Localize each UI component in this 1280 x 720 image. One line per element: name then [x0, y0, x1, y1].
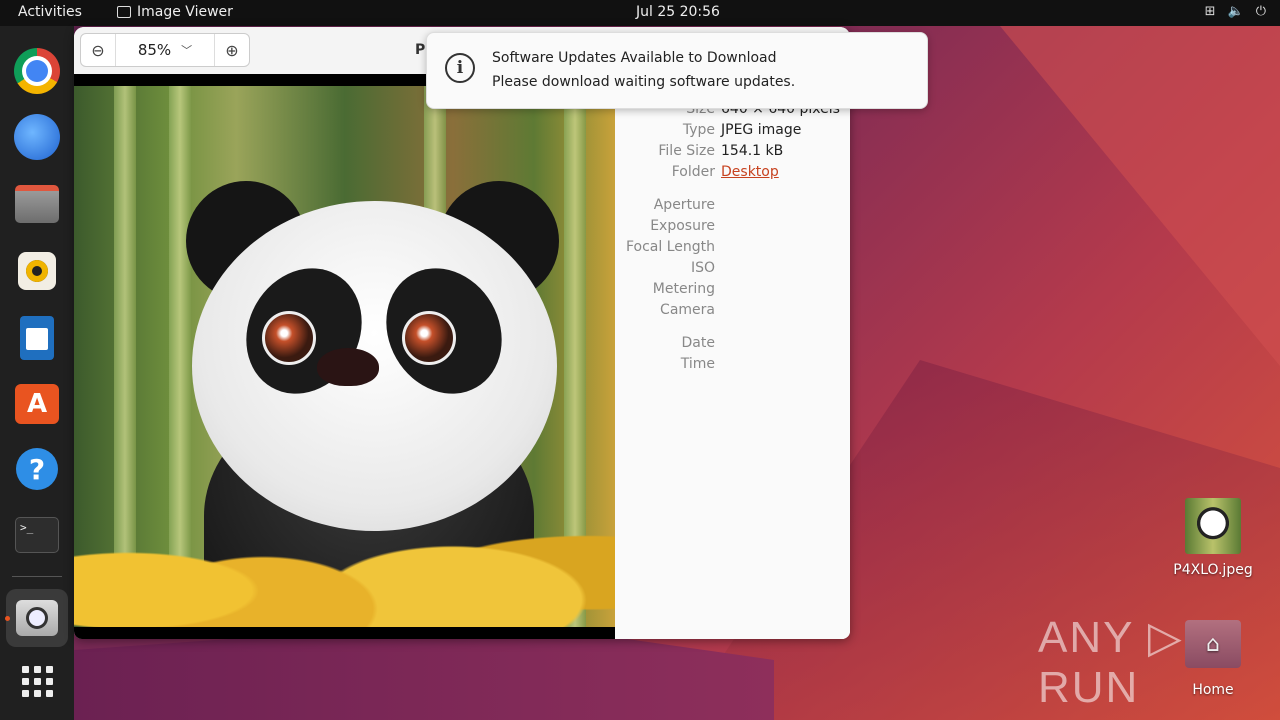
properties-panel: Size 640 × 640 pixels Type JPEG image File S…	[615, 74, 850, 639]
folder-link[interactable]: Desktop	[721, 164, 779, 180]
zoom-controls: ⊖ 85% ﹀ ⊕	[80, 33, 250, 67]
property-key: Exposure	[650, 218, 715, 234]
zoom-in-button[interactable]: ⊕	[215, 34, 249, 66]
zoom-level: 85%	[137, 41, 172, 59]
notification-title: Software Updates Available to Download	[492, 50, 777, 66]
system-tray[interactable]: ⊞ 🔈 ⏻	[1205, 4, 1266, 19]
app-center-icon: A	[15, 384, 59, 424]
image-canvas[interactable]	[74, 74, 615, 639]
wallpaper-shape	[1000, 26, 1280, 366]
show-apps-button[interactable]	[12, 656, 62, 706]
zoom-level-dropdown[interactable]: 85% ﹀	[115, 34, 215, 66]
property-row: Focal Length	[615, 239, 850, 259]
image-thumbnail-icon	[1185, 498, 1241, 554]
dock-separator	[12, 576, 62, 577]
rhythmbox-icon	[18, 252, 56, 290]
dock-item-help[interactable]: ?	[12, 444, 62, 494]
property-key: File Size	[658, 143, 715, 159]
volume-icon: 🔈	[1227, 4, 1244, 19]
top-bar: Activities Image Viewer Jul 25 20:56 ⊞ 🔈…	[0, 0, 1280, 26]
property-row: Exposure	[615, 218, 850, 238]
chrome-icon	[14, 48, 60, 94]
property-row: Metering	[615, 281, 850, 301]
property-value: JPEG image	[721, 122, 802, 138]
desktop-file-icon[interactable]: P4XLO.jpeg	[1170, 498, 1256, 578]
terminal-icon: >_	[15, 517, 59, 553]
dock-item-writer[interactable]	[12, 313, 62, 363]
dock-item-image-viewer-icon-wrap[interactable]	[12, 593, 62, 643]
help-icon: ?	[16, 448, 58, 490]
panda-image	[74, 86, 615, 627]
zoom-in-icon: ⊕	[225, 40, 239, 60]
dock-item-app-center[interactable]: A	[12, 379, 62, 429]
property-value: 154.1 kB	[721, 143, 784, 159]
zoom-out-button[interactable]: ⊖	[81, 34, 115, 66]
window-title: P	[415, 42, 426, 58]
dock-item-rhythmbox[interactable]	[12, 246, 62, 296]
property-key: ISO	[690, 260, 715, 276]
dock-item-chrome[interactable]	[12, 46, 62, 96]
property-key: Camera	[660, 302, 715, 318]
dock-item-files[interactable]	[12, 179, 62, 229]
property-key: Type	[682, 122, 715, 138]
property-row: Folder Desktop	[615, 164, 850, 184]
desktop-file-label: P4XLO.jpeg	[1173, 562, 1253, 578]
dock-item-thunderbird[interactable]	[12, 112, 62, 162]
info-icon: i	[445, 53, 475, 83]
image-viewer-window: ⊖ 85% ﹀ ⊕ P Size 640 × 640 pixels Type J…	[74, 27, 850, 639]
property-row: Aperture	[615, 197, 850, 217]
property-row: Camera	[615, 302, 850, 322]
files-icon	[15, 185, 59, 223]
power-icon: ⏻	[1255, 4, 1266, 19]
property-row: Type JPEG image	[615, 122, 850, 142]
dock: A ? >_	[0, 26, 74, 720]
property-key: Date	[681, 335, 715, 351]
property-row: Date	[615, 335, 850, 355]
property-row: Time	[615, 356, 850, 376]
running-indicator	[5, 616, 10, 621]
network-icon: ⊞	[1204, 4, 1216, 19]
property-key: Focal Length	[625, 239, 715, 255]
app-menu[interactable]: Image Viewer	[117, 4, 233, 20]
notification-body: Please download waiting software updates…	[492, 74, 796, 90]
zoom-out-icon: ⊖	[91, 40, 105, 60]
property-key: Folder	[671, 164, 715, 180]
watermark: ANY ▷ RUN	[1038, 613, 1184, 712]
property-key: Metering	[652, 281, 715, 297]
property-key: Aperture	[653, 197, 715, 213]
thunderbird-icon	[14, 114, 60, 160]
property-row: ISO	[615, 260, 850, 280]
app-menu-label: Image Viewer	[137, 4, 233, 20]
clock[interactable]: Jul 25 20:56	[636, 4, 720, 20]
image-viewer-icon	[117, 6, 131, 18]
writer-icon	[20, 316, 54, 360]
activities-button[interactable]: Activities	[18, 4, 82, 20]
chevron-down-icon: ﹀	[181, 44, 193, 57]
property-key: Time	[680, 356, 715, 372]
apps-grid-icon	[21, 665, 53, 697]
image-viewer-icon	[16, 600, 58, 636]
dock-item-terminal[interactable]: >_	[12, 510, 62, 560]
notification-banner[interactable]: i Software Updates Available to Download…	[426, 32, 928, 109]
property-row: File Size 154.1 kB	[615, 143, 850, 163]
